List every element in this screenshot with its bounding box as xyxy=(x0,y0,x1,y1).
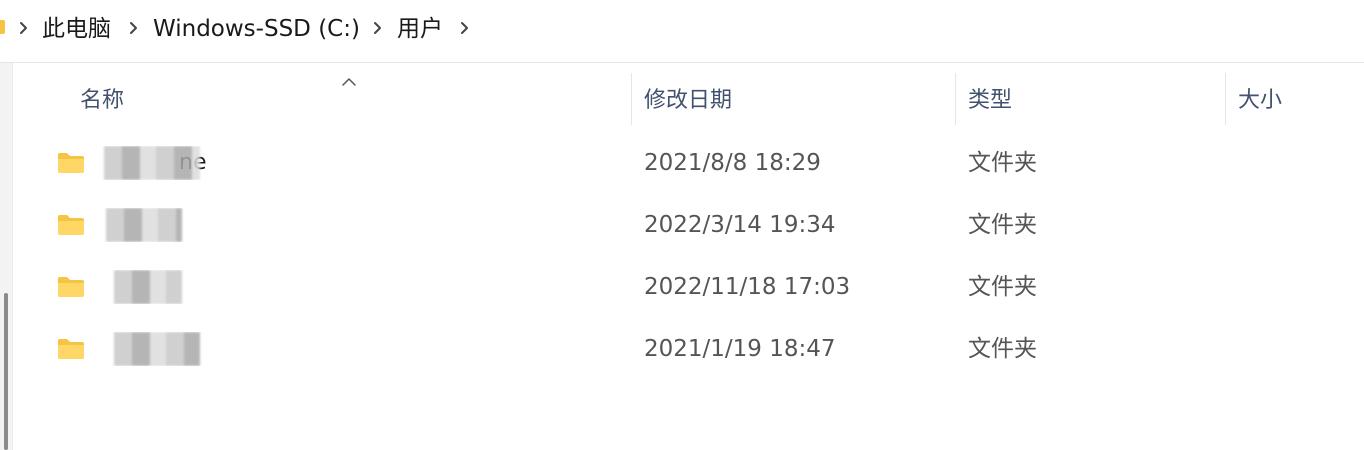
chevron-right-icon[interactable] xyxy=(128,19,140,37)
item-type: 文件夹 xyxy=(968,150,1037,176)
folder-icon xyxy=(57,152,85,174)
folder-icon xyxy=(57,338,85,360)
list-item[interactable]: 2022/3/14 19:34 文件夹 xyxy=(20,196,1360,256)
column-header-size[interactable]: 大小 xyxy=(1238,86,1282,116)
column-header-modified[interactable]: 修改日期 xyxy=(644,86,732,116)
chevron-right-icon[interactable] xyxy=(18,19,30,37)
list-item[interactable]: ne 2021/8/8 18:29 文件夹 xyxy=(20,134,1360,194)
address-bar[interactable]: 此电脑 Windows-SSD (C:) 用户 xyxy=(0,0,1364,63)
modified-date: 2022/11/18 17:03 xyxy=(644,274,851,300)
modified-date: 2021/8/8 18:29 xyxy=(644,150,821,176)
file-name[interactable]: ne xyxy=(100,146,240,180)
column-header-name[interactable]: 名称 xyxy=(80,86,124,116)
chevron-right-icon[interactable] xyxy=(459,19,471,37)
sort-ascending-icon xyxy=(341,72,357,86)
folder-icon xyxy=(57,214,85,236)
file-name[interactable] xyxy=(100,208,240,242)
navigation-pane-scrollbar[interactable] xyxy=(4,293,8,450)
file-name[interactable] xyxy=(100,332,240,366)
redacted-name-mask xyxy=(106,208,182,242)
column-separator[interactable] xyxy=(1225,73,1226,125)
column-header-type[interactable]: 类型 xyxy=(968,86,1012,116)
breadcrumb-users[interactable]: 用户 xyxy=(397,14,443,44)
file-name[interactable] xyxy=(100,270,240,304)
item-type: 文件夹 xyxy=(968,274,1037,300)
column-separator[interactable] xyxy=(955,73,956,125)
list-item[interactable]: 2021/1/19 18:47 文件夹 xyxy=(20,320,1360,380)
redacted-name-mask xyxy=(114,270,182,304)
item-type: 文件夹 xyxy=(968,212,1037,238)
folder-icon xyxy=(57,276,85,298)
folder-icon xyxy=(0,20,5,34)
chevron-right-icon[interactable] xyxy=(372,19,384,37)
redacted-name-mask xyxy=(104,146,200,180)
breadcrumb-drive-c[interactable]: Windows-SSD (C:) xyxy=(153,14,360,44)
modified-date: 2022/3/14 19:34 xyxy=(644,212,836,238)
column-separator[interactable] xyxy=(631,73,632,125)
breadcrumb-this-pc[interactable]: 此电脑 xyxy=(42,14,111,44)
item-type: 文件夹 xyxy=(968,336,1037,362)
modified-date: 2021/1/19 18:47 xyxy=(644,336,836,362)
redacted-name-mask xyxy=(114,332,200,366)
list-item[interactable]: 2022/11/18 17:03 文件夹 xyxy=(20,258,1360,318)
